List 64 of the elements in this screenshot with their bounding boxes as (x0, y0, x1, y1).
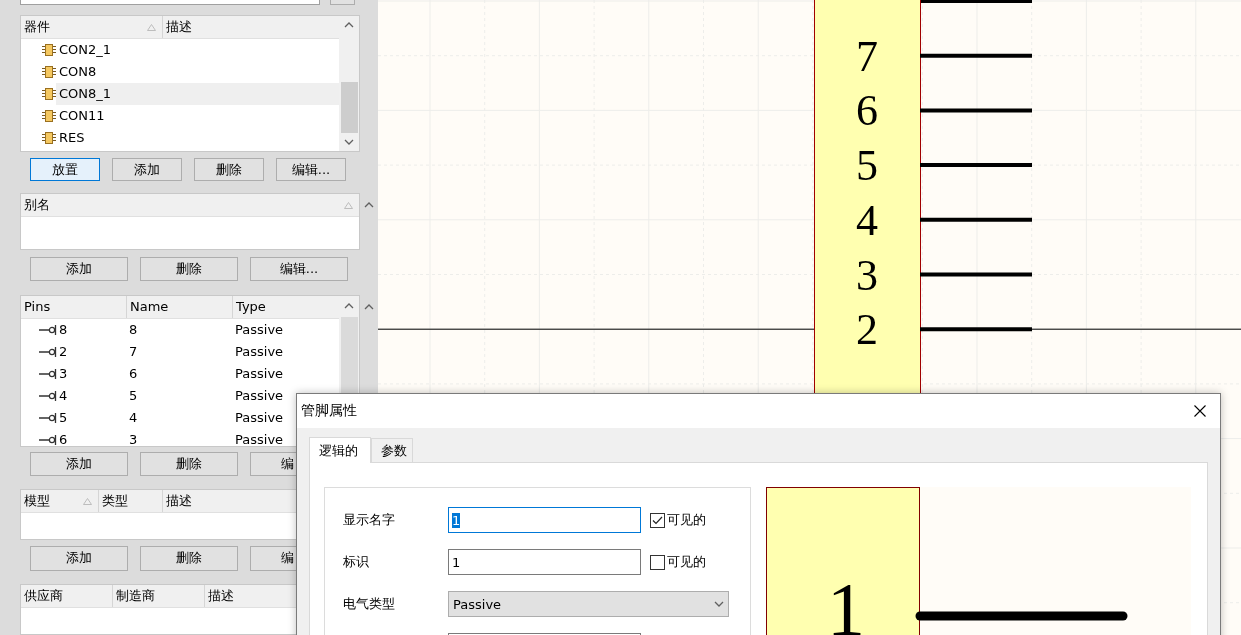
table-cell: 6 (59, 432, 68, 447)
button[interactable]: 添加 (30, 546, 128, 571)
button[interactable]: 编辑... (250, 257, 348, 281)
checkbox-label: 可见的 (667, 511, 706, 529)
table-cell: 3 (59, 366, 68, 382)
table-cell: Passive (235, 388, 284, 404)
field-label: 显示名字 (343, 511, 396, 529)
button[interactable]: 编辑... (276, 157, 346, 182)
pin-number: 7 (856, 31, 878, 81)
column-header[interactable]: 描述 (166, 18, 192, 36)
table-cell: 5 (59, 410, 68, 426)
button[interactable]: 添加 (30, 451, 128, 476)
dropdown[interactable]: Passive (448, 591, 729, 617)
table-cell: 2 (59, 344, 68, 360)
button[interactable]: 添加 (112, 157, 182, 182)
button[interactable]: 删除 (140, 546, 238, 571)
column-header[interactable]: 类型 (102, 492, 128, 510)
checkbox-label: 可见的 (667, 553, 706, 571)
column-header[interactable]: 描述 (166, 492, 192, 510)
column-header[interactable]: 别名 (24, 196, 50, 215)
field-label: 电气类型 (343, 595, 396, 613)
table-cell: 8 (129, 322, 138, 338)
table-cell: 3 (129, 432, 138, 447)
pin-number: 6 (856, 86, 878, 136)
field-label: 标识 (343, 553, 370, 571)
list-item[interactable]: CON8 (56, 61, 339, 83)
column-header[interactable]: 供应商 (24, 586, 63, 605)
table-cell: Passive (235, 366, 284, 382)
table-cell: 7 (129, 344, 138, 360)
button[interactable]: 删除 (140, 451, 238, 476)
button[interactable]: 删除 (194, 157, 264, 182)
column-header[interactable]: 模型 (24, 492, 50, 510)
column-header[interactable]: Pins (24, 299, 51, 315)
pin-number: 3 (856, 250, 878, 300)
table-cell: Passive (235, 344, 284, 360)
list-item[interactable]: CON2_1 (56, 39, 339, 61)
list-item[interactable]: RES (56, 127, 339, 149)
list-item[interactable]: CON8_1 (56, 83, 339, 105)
button[interactable]: 放置 (30, 157, 100, 182)
tab[interactable]: 参数 (371, 438, 413, 462)
pin-number: 1 (827, 567, 865, 635)
pin-number: 5 (856, 141, 878, 191)
input-field[interactable]: 1 (448, 549, 641, 575)
table-cell: 4 (59, 388, 68, 404)
pin-number: 2 (856, 305, 878, 355)
tab[interactable]: 逻辑的 (309, 437, 371, 463)
table-cell: 8 (59, 322, 68, 338)
window-title: 管脚属性 (301, 402, 357, 420)
pin-number: 4 (856, 195, 878, 245)
column-header[interactable]: Name (130, 299, 169, 315)
table-cell: 5 (129, 388, 138, 404)
list-item[interactable]: CON11 (56, 105, 339, 127)
table-cell: Passive (235, 410, 284, 426)
button[interactable]: 删除 (140, 257, 238, 281)
table-cell: 4 (129, 410, 138, 426)
button[interactable]: 添加 (30, 257, 128, 281)
column-header[interactable]: 制造商 (116, 586, 155, 605)
table-cell: 6 (129, 366, 138, 382)
table-cell: Passive (235, 322, 284, 338)
table-cell: Passive (235, 432, 284, 447)
input-field[interactable]: 1 (448, 507, 641, 533)
column-header[interactable]: Type (236, 299, 266, 315)
column-header[interactable]: 描述 (208, 586, 234, 605)
column-header[interactable]: 器件 (24, 18, 50, 36)
